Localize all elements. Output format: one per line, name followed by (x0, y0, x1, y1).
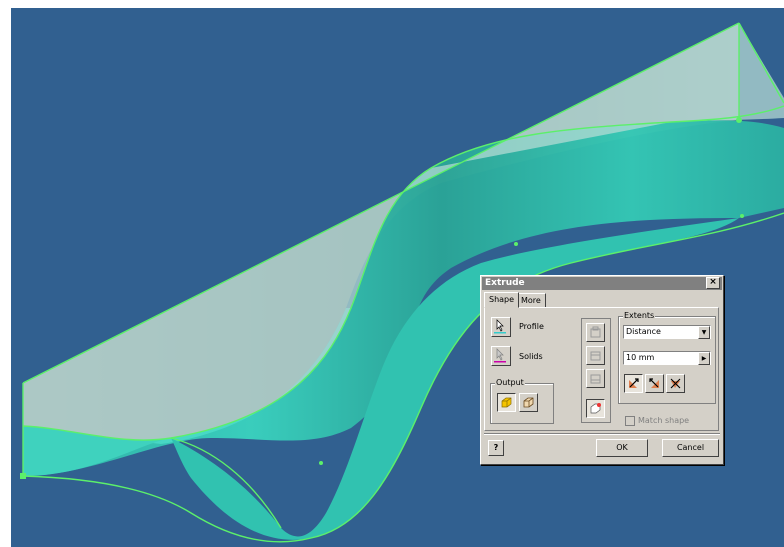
distance-input[interactable]: 10 mm ▶ (623, 351, 711, 365)
dialog-title: Extrude (482, 277, 722, 290)
surface-output-button[interactable] (519, 393, 538, 412)
solids-select-button[interactable] (491, 346, 511, 366)
solids-select-icon (494, 348, 506, 363)
help-icon: ? (493, 443, 499, 452)
extents-type-dropdown[interactable]: Distance ▼ (623, 325, 711, 339)
direction-2-button[interactable] (645, 374, 664, 393)
symmetric-icon (670, 378, 681, 389)
extrude-dialog: Extrude × Shape More Profile Solids Outp… (480, 275, 724, 465)
cancel-button[interactable]: Cancel (662, 439, 719, 457)
ok-button[interactable]: OK (596, 439, 648, 457)
direction-2-icon (649, 378, 659, 388)
extents-type-value: Distance (626, 327, 661, 336)
surface-output-icon (523, 397, 534, 408)
symmetric-button[interactable] (666, 374, 685, 393)
intersect-icon (590, 374, 601, 384)
tab-shape[interactable]: Shape (484, 292, 520, 308)
solid-output-button[interactable] (497, 393, 516, 412)
profile-select-button[interactable] (491, 317, 511, 337)
dialog-separator (484, 433, 720, 435)
profile-select-icon (494, 319, 506, 334)
match-shape-checkbox[interactable] (625, 416, 635, 426)
cut-icon (590, 351, 601, 361)
solid-output-icon (501, 397, 512, 408)
distance-value: 10 mm (626, 353, 655, 362)
match-shape-label: Match shape (638, 416, 690, 425)
operation-group (581, 318, 611, 423)
help-button[interactable]: ? (488, 440, 504, 456)
output-group: Output (490, 378, 554, 424)
extents-group: Extents Distance ▼ 10 mm ▶ (618, 311, 716, 404)
shape-panel: Profile Solids Output Extents Distance ▼… (484, 307, 719, 431)
new-solid-icon (590, 403, 601, 414)
direction-1-button[interactable] (624, 374, 643, 393)
extents-legend: Extents (623, 311, 656, 320)
close-button[interactable]: × (706, 277, 720, 289)
chevron-down-icon[interactable]: ▼ (698, 326, 710, 339)
output-legend: Output (495, 378, 525, 387)
profile-label: Profile (519, 322, 544, 331)
direction-1-icon (629, 378, 639, 388)
cut-button[interactable] (586, 346, 605, 365)
intersect-button[interactable] (586, 369, 605, 388)
solids-label: Solids (519, 352, 543, 361)
join-button[interactable] (586, 323, 605, 342)
join-icon (590, 326, 601, 338)
chevron-right-icon[interactable]: ▶ (698, 352, 710, 365)
tab-more[interactable]: More (516, 293, 546, 308)
new-solid-button[interactable] (586, 399, 605, 418)
